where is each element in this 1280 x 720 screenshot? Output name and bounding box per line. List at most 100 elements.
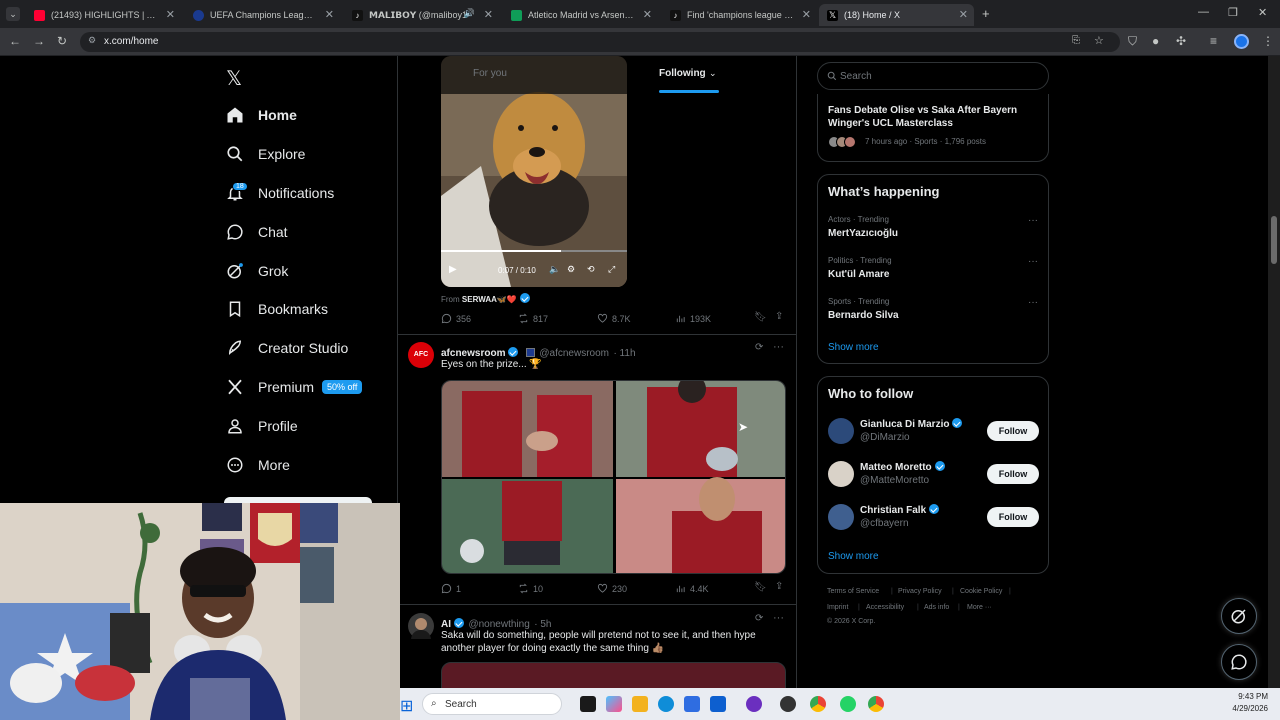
bookmark-star-icon[interactable]: ☆ xyxy=(1094,34,1104,47)
accessibility-link[interactable]: Accessibility xyxy=(866,604,904,611)
mail-icon[interactable] xyxy=(710,696,726,712)
cookie-link[interactable]: Cookie Policy xyxy=(960,588,1002,595)
nav-home[interactable]: Home xyxy=(226,106,297,124)
more-options-icon[interactable]: ··· xyxy=(773,612,784,624)
tweet-media[interactable] xyxy=(441,662,786,688)
play-icon[interactable]: ▶ xyxy=(449,264,457,275)
nav-premium[interactable]: Premium xyxy=(226,378,314,396)
account-name[interactable]: Matteo Moretto xyxy=(860,461,945,473)
app-icon[interactable] xyxy=(780,696,796,712)
install-app-icon[interactable]: ⎘ xyxy=(1072,35,1080,46)
whatsapp-icon[interactable] xyxy=(840,696,856,712)
avatar[interactable] xyxy=(828,504,854,530)
close-tab-icon[interactable]: ✕ xyxy=(484,8,493,21)
store-icon[interactable] xyxy=(684,696,700,712)
grok-analyze-icon[interactable]: ⟳ xyxy=(755,342,763,353)
grok-float-button[interactable] xyxy=(1221,598,1257,634)
page-scrollbar[interactable] xyxy=(1268,56,1280,688)
scrollbar-thumb[interactable] xyxy=(1271,216,1277,264)
tab-search-button[interactable]: ⌄ xyxy=(6,7,20,21)
views-button[interactable]: 4.4K xyxy=(675,583,709,594)
tab-tiktok-search[interactable]: ♪ Find 'champions league song' o ✕ xyxy=(662,4,817,26)
bookmark-icon[interactable]: 🔖︎ xyxy=(754,582,767,593)
maximize-button[interactable]: ❐ xyxy=(1228,6,1238,19)
volume-icon[interactable]: 🔈 xyxy=(549,264,560,275)
author-handle[interactable]: @afcnewsroom xyxy=(539,348,609,359)
x-logo-icon[interactable]: 𝕏 xyxy=(226,66,242,91)
forward-icon[interactable]: → xyxy=(33,34,45,48)
reply-button[interactable]: 1 xyxy=(441,583,461,594)
nav-bookmarks[interactable]: Bookmarks xyxy=(226,300,328,318)
close-tab-icon[interactable]: ✕ xyxy=(325,8,334,21)
tab-uefa[interactable]: UEFA Champions League | UEFA ✕ xyxy=(185,4,340,26)
reply-button[interactable]: 356 xyxy=(441,313,471,324)
messages-float-button[interactable] xyxy=(1221,644,1257,680)
extensions-icon[interactable]: ✣ xyxy=(1176,34,1186,48)
chevron-down-icon[interactable]: ⌄ xyxy=(709,68,717,79)
author-name[interactable]: afcnewsroom xyxy=(441,348,505,359)
settings-icon[interactable]: ⚙ xyxy=(567,264,575,275)
close-tab-icon[interactable]: ✕ xyxy=(643,8,652,21)
tab-following[interactable]: Following xyxy=(659,68,706,79)
avatar[interactable] xyxy=(828,461,854,487)
new-tab-button[interactable]: + xyxy=(982,6,990,21)
follow-button[interactable]: Follow xyxy=(987,421,1039,441)
tweet-image-grid[interactable] xyxy=(441,380,786,574)
loop-icon[interactable]: ⟲ xyxy=(587,264,595,275)
tab-x-home[interactable]: 𝕏 (18) Home / X ✕ xyxy=(819,4,974,26)
privacy-link[interactable]: Privacy Policy xyxy=(898,588,942,595)
browser-menu-icon[interactable]: ⋮ xyxy=(1262,34,1274,48)
terms-link[interactable]: Terms of Service xyxy=(827,588,879,595)
show-more-link[interactable]: Show more xyxy=(828,342,879,353)
edge-icon[interactable] xyxy=(658,696,674,712)
bookmark-icon[interactable]: 🔖︎ xyxy=(754,312,767,323)
site-info-icon[interactable]: ⚙ xyxy=(88,35,96,46)
repost-button[interactable]: 10 xyxy=(518,583,543,594)
nav-creator-studio[interactable]: Creator Studio xyxy=(226,339,348,357)
avatar[interactable] xyxy=(408,613,434,639)
share-icon[interactable]: ⇪ xyxy=(775,581,783,592)
source-account-link[interactable]: SERWAA🦋❤️ xyxy=(462,295,517,304)
extension-circle-icon[interactable]: ● xyxy=(1152,34,1159,48)
tab-for-you[interactable]: For you xyxy=(473,68,507,79)
account-name[interactable]: Christian Falk xyxy=(860,504,940,516)
search-input[interactable]: Search xyxy=(817,62,1049,90)
minimize-button[interactable]: — xyxy=(1198,6,1209,18)
clock-time[interactable]: 9:43 PM xyxy=(1218,692,1268,701)
fullscreen-icon[interactable]: ⤢ xyxy=(608,264,615,275)
nav-grok[interactable]: Grok xyxy=(226,262,288,280)
more-options-icon[interactable]: ··· xyxy=(1028,215,1038,226)
close-tab-icon[interactable]: ✕ xyxy=(959,8,968,21)
chrome-profile-icon[interactable] xyxy=(868,696,884,712)
top-story-card[interactable]: Fans Debate Olise vs Saka After Bayern W… xyxy=(817,94,1049,162)
avatar[interactable]: AFC xyxy=(408,342,434,368)
follow-button[interactable]: Follow xyxy=(987,507,1039,527)
nav-more[interactable]: More xyxy=(226,456,290,474)
windows-start-icon[interactable]: ⊞ xyxy=(400,696,413,716)
nav-profile[interactable]: Profile xyxy=(226,417,298,435)
clock-date[interactable]: 4/29/2026 xyxy=(1208,704,1268,713)
share-icon[interactable]: ⇪ xyxy=(775,311,783,322)
shield-icon[interactable]: ⛉ xyxy=(1128,34,1137,49)
trend-item[interactable]: Sports · Trending Bernardo Silva ··· xyxy=(818,293,1048,331)
nav-chat[interactable]: Chat xyxy=(226,223,288,241)
tab-atletico-arsenal[interactable]: Atletico Madrid vs Arsenal - live ✕ xyxy=(503,4,658,26)
url-field[interactable]: ⚙ x.com/home ⎘ ☆ xyxy=(80,32,1120,52)
grok-analyze-icon[interactable]: ⟳ xyxy=(755,613,763,624)
tweet-time[interactable]: · 11h xyxy=(613,348,635,359)
close-tab-icon[interactable]: ✕ xyxy=(802,8,811,21)
tab-youtube[interactable]: (21493) HIGHLIGHTS | Arsenal v ✕ xyxy=(26,4,181,26)
close-tab-icon[interactable]: ✕ xyxy=(166,8,175,21)
chrome-icon[interactable] xyxy=(810,696,826,712)
app-icon[interactable] xyxy=(746,696,762,712)
views-button[interactable]: 193K xyxy=(675,313,711,324)
close-window-button[interactable]: ✕ xyxy=(1258,6,1267,19)
more-options-icon[interactable]: ··· xyxy=(1028,297,1038,308)
copilot-icon[interactable] xyxy=(606,696,622,712)
taskbar-search-input[interactable]: ⌕ Search xyxy=(422,693,562,715)
repost-button[interactable]: 817 xyxy=(518,313,548,324)
avatar[interactable] xyxy=(828,418,854,444)
show-more-link[interactable]: Show more xyxy=(828,551,879,562)
more-options-icon[interactable]: ··· xyxy=(1028,256,1038,267)
account-name[interactable]: Gianluca Di Marzio xyxy=(860,418,963,430)
